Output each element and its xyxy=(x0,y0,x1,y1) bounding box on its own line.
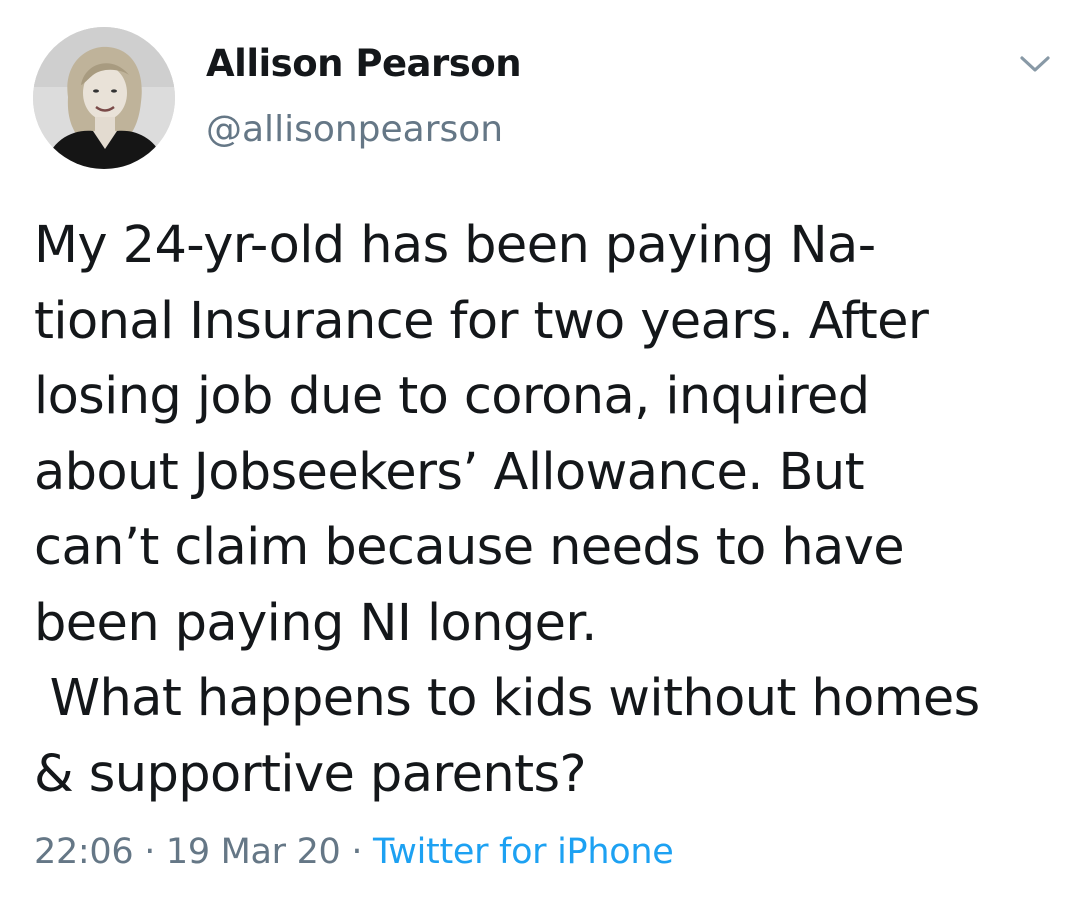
tweet-date[interactable]: 19 Mar 20 xyxy=(166,832,341,872)
tweet-text-line: My 24-yr-old has been paying Na- xyxy=(34,216,876,275)
tweet-text: My 24-yr-old has been paying Na- tional … xyxy=(34,208,1064,812)
chevron-down-icon[interactable] xyxy=(1018,52,1052,76)
tweet-source-link[interactable]: Twitter for iPhone xyxy=(373,832,674,872)
display-name[interactable]: Allison Pearson xyxy=(206,42,522,85)
tweet-metadata: 22:06 · 19 Mar 20 · Twitter for iPhone xyxy=(34,832,674,872)
profile-photo-icon xyxy=(33,27,175,169)
user-handle[interactable]: @allisonpearson xyxy=(206,109,503,150)
tweet-text-line: been paying NI longer. xyxy=(34,593,597,653)
meta-separator: · xyxy=(340,832,374,872)
avatar[interactable] xyxy=(33,27,175,169)
tweet-text-line: & supportive parents? xyxy=(34,744,587,804)
tweet-text-line: about Jobseekers’ Allowance. But xyxy=(34,442,865,502)
tweet-text-line: tional Insurance for two years. After xyxy=(34,291,929,351)
tweet-time[interactable]: 22:06 xyxy=(34,832,134,872)
meta-separator: · xyxy=(133,832,166,872)
tweet-text-line: losing job due to corona, inquired xyxy=(34,367,870,426)
tweet-text-line: can’t claim because needs to have xyxy=(34,518,905,577)
tweet-text-line: What happens to kids without homes xyxy=(34,669,981,728)
